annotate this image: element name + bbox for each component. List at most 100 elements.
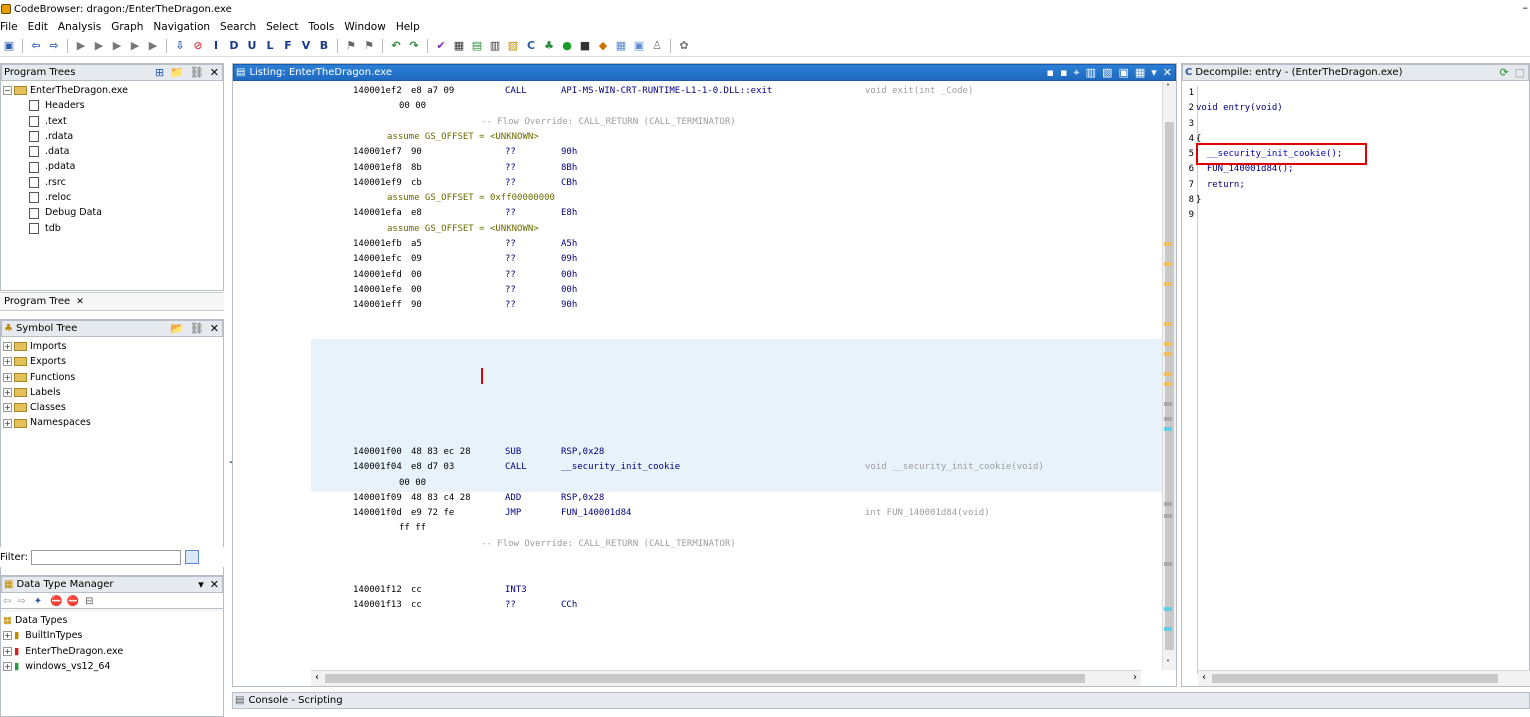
instruction-operand[interactable]: 09h [561, 252, 577, 267]
instruction-operand[interactable]: CBh [561, 176, 577, 191]
expand-icon[interactable]: + [3, 662, 12, 672]
filter-arrays-icon[interactable]: ⛔ [50, 596, 62, 607]
instruction-mnemonic[interactable]: ?? [505, 252, 516, 267]
tree-item[interactable]: .text [3, 114, 223, 129]
scroll-right-icon[interactable]: › [1133, 672, 1137, 683]
decompile-horizontal-scrollbar[interactable]: ‹ [1198, 670, 1530, 686]
decompile-line[interactable]: 3 [1182, 117, 1530, 132]
symbol-tree-item[interactable]: + Functions [3, 370, 223, 385]
instruction-mnemonic[interactable]: CALL [505, 460, 527, 475]
settings-icon[interactable]: ✿ [677, 39, 691, 53]
instruction-operand[interactable]: __security_init_cookie [561, 460, 680, 475]
copy-icon[interactable]: ▢ [1515, 66, 1525, 79]
expand-icon[interactable]: + [3, 631, 12, 641]
letter-b-button[interactable]: B [317, 39, 331, 53]
snapshot-icon[interactable]: ▣ [1118, 66, 1128, 79]
data-types-root[interactable]: ▦ Data Types [3, 613, 223, 628]
next-undefined-icon[interactable]: ▶ [110, 39, 124, 53]
cursor-icon[interactable]: ⌖ [1073, 66, 1079, 80]
menu-search[interactable]: Search [220, 21, 256, 33]
down-arrow-icon[interactable]: ⇩ [173, 39, 187, 53]
letter-i-button[interactable]: I [209, 39, 223, 53]
dtm-options-icon[interactable]: ✦ [34, 596, 42, 607]
instruction-operand[interactable]: A5h [561, 237, 577, 252]
h-scroll-thumb[interactable] [325, 674, 1085, 683]
instruction-operand[interactable]: CCh [561, 598, 577, 613]
instruction-mnemonic[interactable]: ?? [505, 161, 516, 176]
instruction-operand[interactable]: FUN_140001d84 [561, 506, 631, 521]
instruction-operand[interactable]: 8Bh [561, 161, 577, 176]
letter-u-button[interactable]: U [245, 39, 259, 53]
copy-icon[interactable]: ▪ [1046, 66, 1053, 79]
decompile-line[interactable]: 7 return; [1182, 178, 1530, 193]
menu-edit[interactable]: Edit [28, 21, 48, 33]
instruction-mnemonic[interactable]: ?? [505, 598, 516, 613]
menu-down-icon[interactable]: ▾ [1151, 66, 1157, 79]
instruction-address[interactable]: 140001efa [353, 206, 402, 221]
instruction-mnemonic[interactable]: SUB [505, 445, 521, 460]
instruction-mnemonic[interactable]: ?? [505, 283, 516, 298]
collapse-icon[interactable]: − [3, 86, 12, 96]
filter-input[interactable] [30, 549, 181, 565]
next-instruction-icon[interactable]: ▶ [92, 39, 106, 53]
scroll-left-icon[interactable]: ‹ [315, 672, 319, 683]
tree-item[interactable]: .pdata [3, 159, 223, 174]
menu-down-icon[interactable]: ▾ [198, 578, 204, 591]
memory-icon[interactable]: ▧ [506, 39, 520, 53]
decompile-line[interactable]: 9 [1182, 208, 1530, 223]
instruction-operand[interactable]: RSP,0x28 [561, 491, 604, 506]
data-type-archive[interactable]: + ▮ windows_vs12_64 [3, 659, 223, 674]
h-scroll-thumb[interactable] [1212, 674, 1498, 683]
register-icon[interactable]: ■ [578, 39, 592, 53]
next-data-icon[interactable]: ▶ [74, 39, 88, 53]
menu-navigation[interactable]: Navigation [153, 21, 210, 33]
bookmark-icon[interactable]: ⚑ [362, 39, 376, 53]
letter-f-button[interactable]: F [281, 39, 295, 53]
diamond-icon[interactable]: ◆ [596, 39, 610, 53]
open-tree-icon[interactable]: ⊞ [155, 66, 164, 79]
symbol-tree-item[interactable]: + Exports [3, 354, 223, 369]
expand-icon[interactable]: + [3, 388, 12, 398]
instruction-address[interactable]: 140001ef2 [353, 84, 402, 99]
bytes-icon[interactable]: ▦ [452, 39, 466, 53]
diff-icon[interactable]: ▥ [1086, 66, 1096, 79]
minimize-button[interactable]: – [1523, 1, 1529, 14]
instruction-address[interactable]: 140001f04 [353, 460, 402, 475]
menu-window[interactable]: Window [344, 21, 385, 33]
menu-graph[interactable]: Graph [111, 21, 143, 33]
instruction-address[interactable]: 140001efd [353, 268, 402, 283]
tree-item[interactable]: .rdata [3, 129, 223, 144]
tree-item[interactable]: .reloc [3, 190, 223, 205]
instruction-address[interactable]: 140001eff [353, 298, 402, 313]
back-arrow-icon[interactable]: ⇦ [29, 39, 43, 53]
window-icon[interactable]: ▣ [632, 39, 646, 53]
bookmark-icon[interactable]: ⚑ [344, 39, 358, 53]
decompiler-icon[interactable]: C [524, 39, 538, 53]
collapse-all-icon[interactable]: ⊟ [85, 596, 93, 607]
instruction-operand[interactable]: API-MS-WIN-CRT-RUNTIME-L1-1-0.DLL::exit [561, 84, 772, 99]
checkmark-icon[interactable]: ✔ [434, 39, 448, 53]
menu-file[interactable]: File [0, 21, 18, 33]
instruction-operand[interactable]: 00h [561, 283, 577, 298]
instruction-address[interactable]: 140001efc [353, 252, 402, 267]
run-icon[interactable]: ● [560, 39, 574, 53]
instruction-mnemonic[interactable]: ADD [505, 491, 521, 506]
expand-icon[interactable]: + [3, 357, 12, 367]
decompile-line[interactable]: 1 [1182, 86, 1530, 101]
tree-item[interactable]: Headers [3, 98, 223, 113]
data-type-archive[interactable]: + ▮ BuiltInTypes [3, 628, 223, 643]
expand-icon[interactable]: + [3, 403, 12, 413]
decompile-line[interactable]: 8} [1182, 193, 1530, 208]
tree-item[interactable]: .data [3, 144, 223, 159]
function-graph-icon[interactable]: ♣ [542, 39, 556, 53]
menu-tools[interactable]: Tools [309, 21, 335, 33]
instruction-address[interactable]: 140001f0d [353, 506, 402, 521]
redo-icon[interactable]: ↷ [407, 39, 421, 53]
new-namespace-icon[interactable]: 📂 [170, 322, 184, 335]
close-icon[interactable]: ✕ [210, 578, 219, 591]
filter-pointers-icon[interactable]: ⛔ [67, 596, 79, 607]
instruction-mnemonic[interactable]: INT3 [505, 583, 527, 598]
listing-body[interactable]: 140001ef2 e8 a7 09 CALL API-MS-WIN-CRT-RUNT… [233, 82, 1163, 670]
save-icon[interactable]: ▣ [2, 39, 16, 53]
expand-icon[interactable]: + [3, 372, 12, 382]
